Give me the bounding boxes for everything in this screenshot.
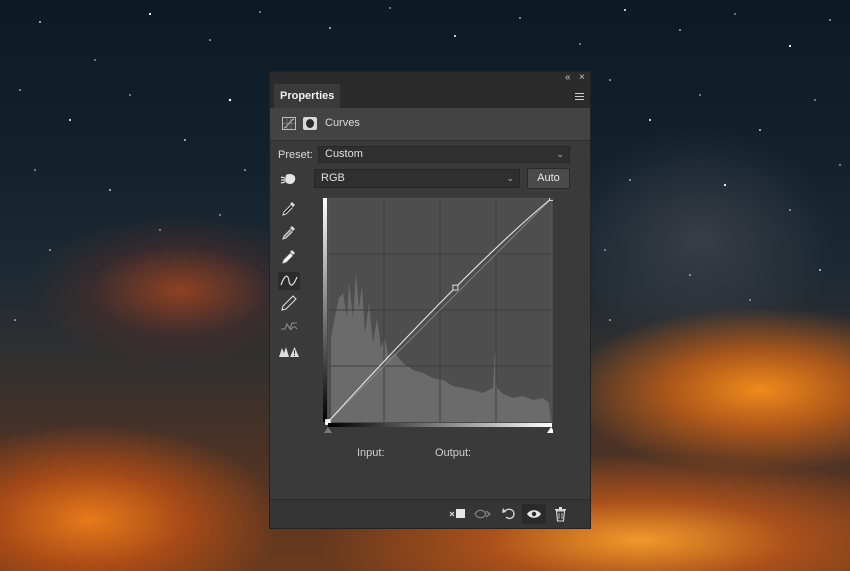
toggle-visibility-button[interactable] xyxy=(522,504,546,524)
black-point-eyedropper-icon[interactable] xyxy=(278,200,300,218)
panel-tab-row: Properties xyxy=(270,84,590,108)
view-previous-state-icon[interactable] xyxy=(474,506,492,522)
curve-control-point[interactable] xyxy=(452,284,459,291)
white-point-slider[interactable] xyxy=(547,427,553,433)
adjustment-title: Curves xyxy=(325,117,360,129)
reset-adjustments-icon[interactable] xyxy=(500,506,518,522)
adjustment-header: Curves xyxy=(270,108,590,141)
collapse-panel-icon[interactable]: « xyxy=(565,72,571,84)
panel-title-strip: « × xyxy=(270,72,590,84)
output-label: Output: xyxy=(435,447,472,459)
white-point-eyedropper-icon[interactable] xyxy=(278,248,300,266)
layer-mask-icon[interactable] xyxy=(303,117,317,130)
clip-to-layer-icon[interactable] xyxy=(448,506,466,522)
edit-points-curve-icon[interactable] xyxy=(278,272,300,290)
clipping-warning-icon[interactable] xyxy=(278,342,300,360)
draw-pencil-icon[interactable] xyxy=(278,294,300,312)
chevron-down-icon: ⌄ xyxy=(556,149,564,159)
curve-control-point[interactable] xyxy=(549,198,554,201)
preset-label: Preset: xyxy=(278,149,313,161)
properties-panel: « × Properties Curves Preset: Custom ⌄ R… xyxy=(269,71,591,529)
curve-graph[interactable] xyxy=(323,198,553,433)
bottom-toolbar xyxy=(270,499,590,528)
smooth-curve-icon[interactable] xyxy=(278,317,300,335)
input-gradient-bar xyxy=(323,198,327,422)
black-point-slider[interactable] xyxy=(324,427,332,433)
on-image-adjustment-icon[interactable] xyxy=(280,172,300,186)
delete-adjustment-icon[interactable] xyxy=(552,506,570,522)
toggle-visibility-icon xyxy=(527,510,541,518)
preset-dropdown[interactable]: Custom ⌄ xyxy=(318,146,570,163)
chevron-down-icon: ⌄ xyxy=(506,173,514,183)
tab-properties[interactable]: Properties xyxy=(274,84,341,108)
close-panel-icon[interactable]: × xyxy=(579,72,585,84)
panel-menu-icon[interactable] xyxy=(575,93,584,100)
preset-value: Custom xyxy=(325,148,363,160)
auto-button[interactable]: Auto xyxy=(527,168,570,189)
gray-point-eyedropper-icon[interactable] xyxy=(278,224,300,242)
channel-dropdown[interactable]: RGB ⌄ xyxy=(314,169,520,188)
input-label: Input: xyxy=(357,447,385,459)
output-gradient-bar xyxy=(328,423,552,427)
curves-adjustment-icon xyxy=(282,117,296,130)
channel-value: RGB xyxy=(321,172,345,184)
